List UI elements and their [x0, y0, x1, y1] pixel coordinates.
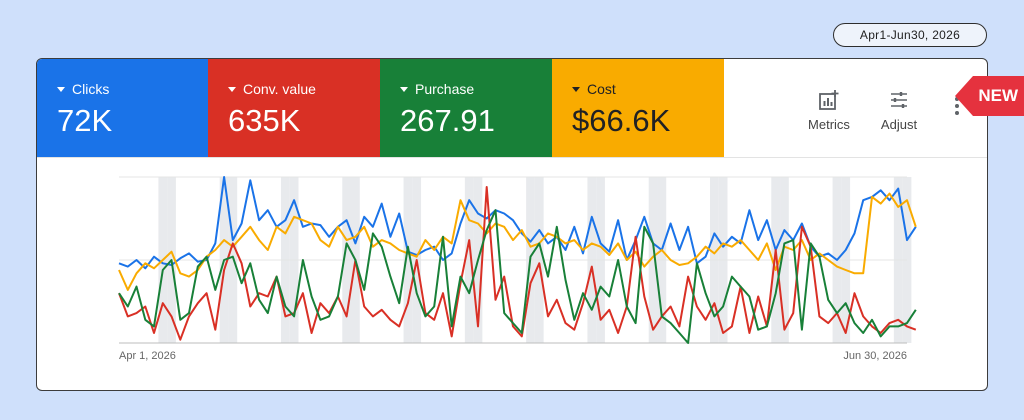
metric-name-clicks: Clicks [72, 81, 110, 97]
caret-down-icon [400, 86, 408, 92]
metric-label: Clicks [57, 81, 109, 97]
metric-value-cost: $66.6K [572, 103, 671, 138]
performance-line-chart: Apr 1, 2026 Jun 30, 2026 [118, 176, 917, 362]
tune-icon [867, 89, 931, 111]
caret-down-icon [228, 86, 236, 92]
date-range-selector[interactable]: Apr1-Jun30, 2026 [833, 23, 987, 47]
performance-card: Clicks 72K Conv. value 635K Purchase 267… [36, 58, 988, 391]
metric-name-purchase: Purchase [415, 81, 475, 97]
adjust-label: Adjust [880, 117, 918, 132]
metric-name-cost: Cost [587, 81, 616, 97]
metric-name-conv-value: Conv. value [243, 81, 316, 97]
caret-down-icon [572, 86, 580, 92]
x-axis-start-label: Apr 1, 2026 [119, 350, 176, 362]
metrics-row: Clicks 72K Conv. value 635K Purchase 267… [37, 59, 987, 158]
metric-tile-clicks[interactable]: Clicks 72K [37, 59, 208, 157]
metric-tile-cost[interactable]: Cost $66.6K [552, 59, 724, 157]
caret-down-icon [57, 86, 65, 92]
metric-value-clicks: 72K [57, 103, 113, 138]
metric-label: Cost [572, 81, 616, 97]
x-axis-end-label: Jun 30, 2026 [843, 350, 907, 362]
metric-value-conv-value: 635K [228, 103, 301, 138]
metric-tile-purchase[interactable]: Purchase 267.91 [380, 59, 552, 157]
metric-tile-conv-value[interactable]: Conv. value 635K [208, 59, 380, 157]
adjust-button[interactable]: Adjust [867, 89, 931, 132]
metric-label: Purchase [400, 81, 474, 97]
add-chart-icon [797, 89, 861, 111]
metric-value-purchase: 267.91 [400, 103, 495, 138]
metrics-label: Metrics [808, 117, 850, 132]
metric-label: Conv. value [228, 81, 316, 97]
metrics-button[interactable]: Metrics [797, 89, 861, 132]
